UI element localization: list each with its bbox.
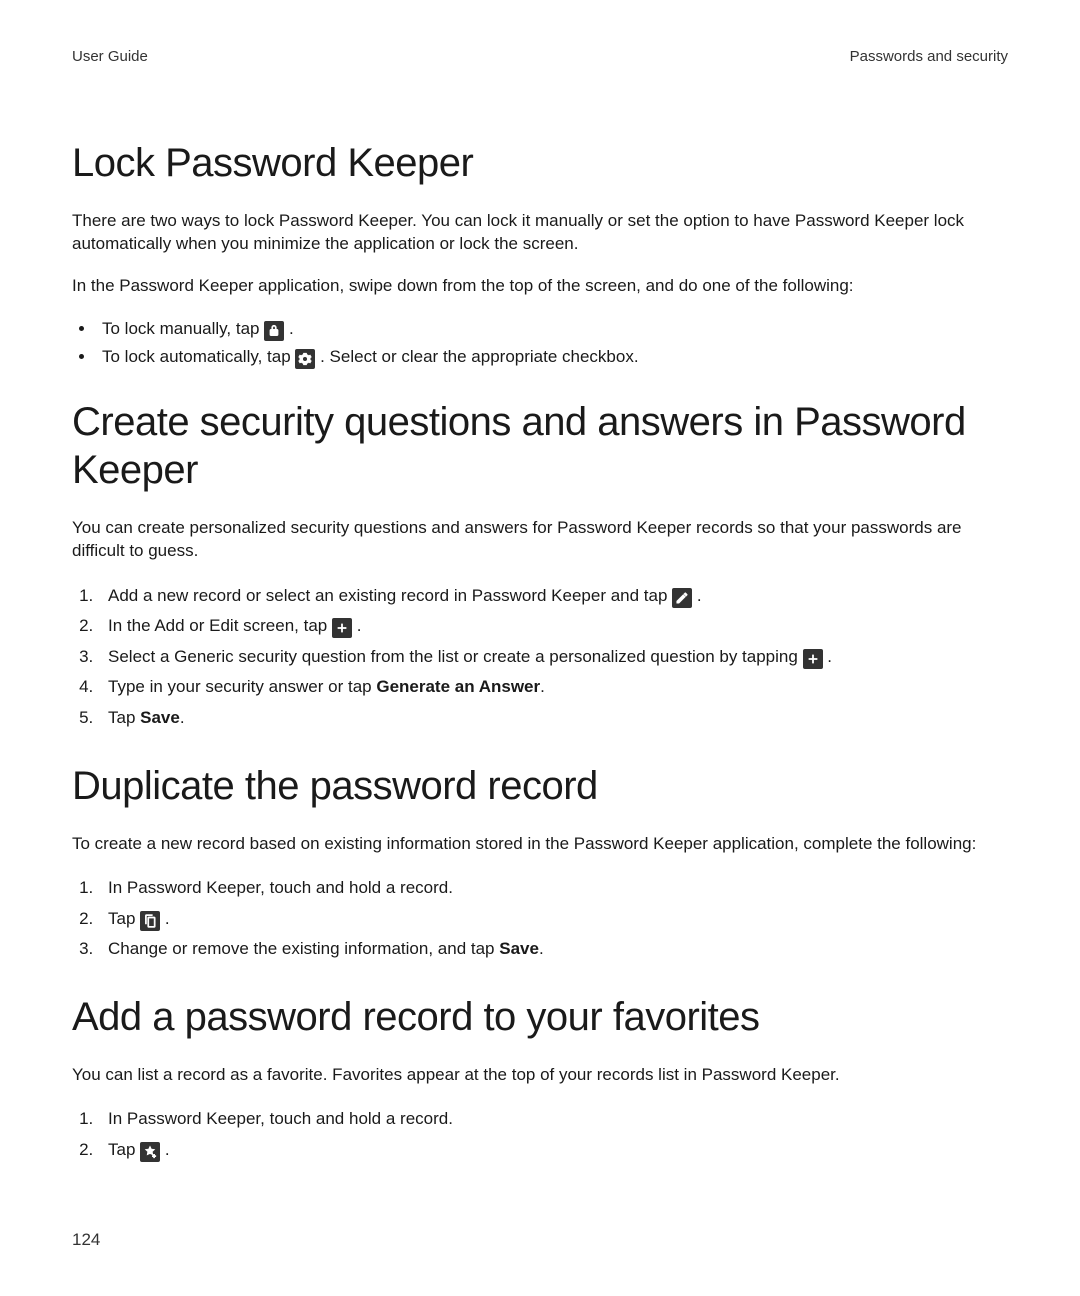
sec4-step-1: In Password Keeper, touch and hold a rec… [98,1104,1008,1135]
sec4-step-2-text-a: Tap [108,1140,140,1159]
lock-icon [264,321,284,341]
sec1-bullet-2-text-a: To lock automatically, tap [102,347,295,366]
document-page: User Guide Passwords and security Lock P… [0,0,1080,1296]
plus-icon [803,649,823,669]
sec2-step-3: Select a Generic security question from … [98,642,1008,673]
sec3-step-3-text-b: . [539,939,544,958]
sec3-paragraph-1: To create a new record based on existing… [72,832,1008,855]
sec2-step-2-text-b: . [352,616,361,635]
sec4-steps: In Password Keeper, touch and hold a rec… [72,1104,1008,1165]
star-add-icon [140,1142,160,1162]
sec2-paragraph-1: You can create personalized security que… [72,516,1008,563]
page-number: 124 [72,1230,100,1250]
sec2-step-1-text-a: Add a new record or select an existing r… [108,586,672,605]
sec1-bullet-1-text-a: To lock manually, tap [102,319,264,338]
sec4-step-2: Tap . [98,1135,1008,1166]
sec3-step-2: Tap . [98,904,1008,935]
sec2-step-4: Type in your security answer or tap Gene… [98,672,1008,703]
gear-icon [295,349,315,369]
heading-create-security-questions: Create security questions and answers in… [72,398,1008,494]
sec3-step-2-text-b: . [160,909,169,928]
sec1-paragraph-2: In the Password Keeper application, swip… [72,274,1008,297]
sec1-bullet-1: To lock manually, tap . [96,315,1008,342]
save-bold-1: Save [140,708,180,727]
sec2-step-4-text-a: Type in your security answer or tap [108,677,376,696]
page-header: User Guide Passwords and security [72,48,1008,65]
sec3-step-1: In Password Keeper, touch and hold a rec… [98,873,1008,904]
header-right: Passwords and security [850,48,1008,65]
sec1-bullets: To lock manually, tap . To lock automati… [72,315,1008,369]
sec2-step-5: Tap Save. [98,703,1008,734]
sec1-bullet-2: To lock automatically, tap . Select or c… [96,343,1008,370]
save-bold-2: Save [499,939,539,958]
sec2-step-3-text-b: . [823,647,832,666]
sec2-step-2: In the Add or Edit screen, tap . [98,611,1008,642]
header-left: User Guide [72,48,148,65]
sec1-bullet-2-text-b: . Select or clear the appropriate checkb… [315,347,638,366]
sec4-paragraph-1: You can list a record as a favorite. Fav… [72,1063,1008,1086]
edit-icon [672,588,692,608]
copy-icon [140,911,160,931]
generate-answer-bold: Generate an Answer [376,677,540,696]
sec2-steps: Add a new record or select an existing r… [72,581,1008,734]
sec3-step-2-text-a: Tap [108,909,140,928]
sec1-paragraph-1: There are two ways to lock Password Keep… [72,209,1008,256]
heading-lock-password-keeper: Lock Password Keeper [72,139,1008,187]
sec2-step-1-text-b: . [692,586,701,605]
sec3-step-3-text-a: Change or remove the existing informatio… [108,939,499,958]
heading-add-to-favorites: Add a password record to your favorites [72,993,1008,1041]
sec3-step-3: Change or remove the existing informatio… [98,934,1008,965]
sec1-bullet-1-text-b: . [284,319,293,338]
sec3-steps: In Password Keeper, touch and hold a rec… [72,873,1008,965]
sec4-step-2-text-b: . [160,1140,169,1159]
sec2-step-1: Add a new record or select an existing r… [98,581,1008,612]
heading-duplicate-record: Duplicate the password record [72,762,1008,810]
sec2-step-3-text-a: Select a Generic security question from … [108,647,803,666]
sec2-step-2-text-a: In the Add or Edit screen, tap [108,616,332,635]
sec2-step-4-text-b: . [540,677,545,696]
plus-icon [332,618,352,638]
sec2-step-5-text-b: . [180,708,185,727]
sec2-step-5-text-a: Tap [108,708,140,727]
